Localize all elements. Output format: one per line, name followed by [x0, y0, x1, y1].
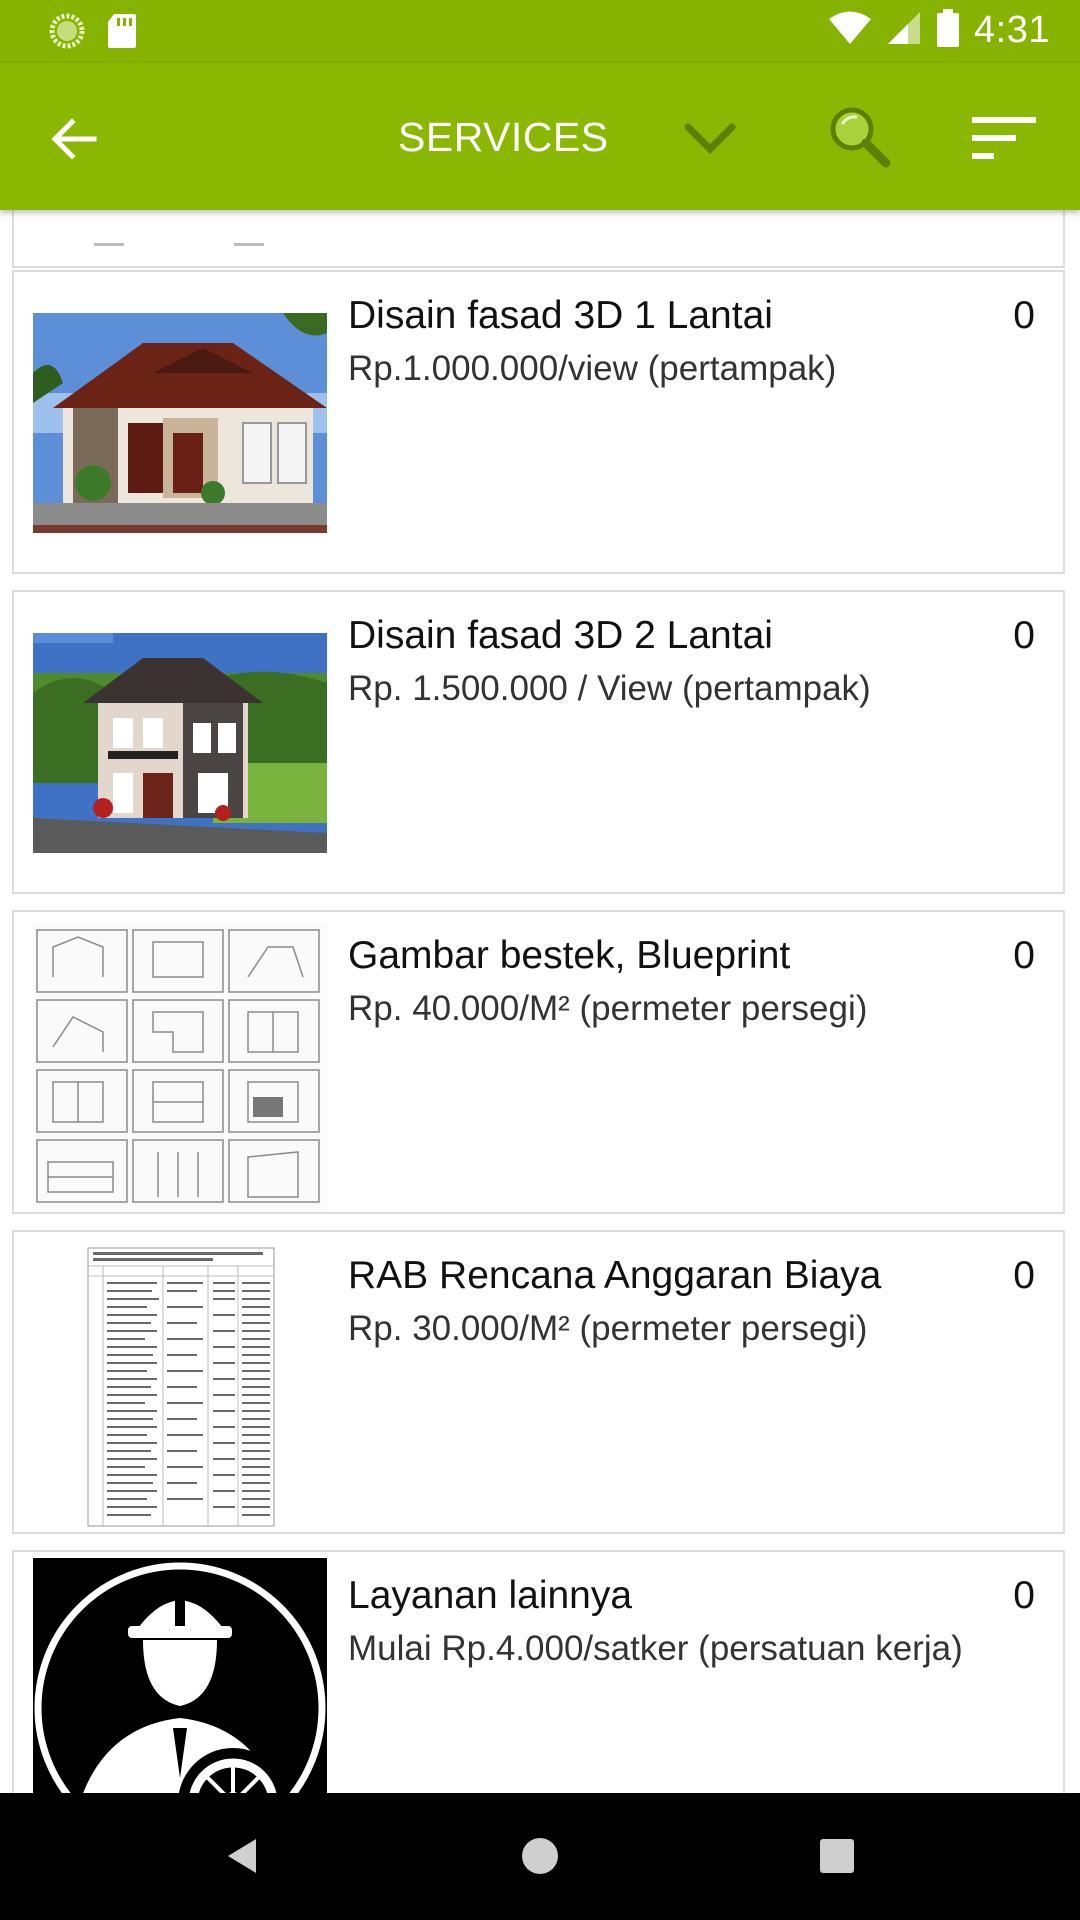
sd-card-icon: [106, 12, 138, 55]
nav-back-icon[interactable]: [218, 1831, 268, 1881]
service-count: 0: [1013, 614, 1035, 657]
service-name: Disain fasad 3D 1 Lantai: [348, 294, 773, 337]
nav-recents-icon[interactable]: [812, 1831, 862, 1881]
back-arrow-icon[interactable]: [44, 109, 104, 169]
services-list: Disain fasad 3D 1 Lantai Rp.1.000.000/vi…: [0, 210, 1080, 1793]
service-price: Rp. 1.500.000 / View (pertampak): [348, 669, 871, 708]
cell-signal-icon: [886, 10, 922, 51]
service-price: Rp. 30.000/M² (permeter persegi): [348, 1309, 868, 1348]
status-time: 4:31: [974, 9, 1050, 51]
service-name: Gambar bestek, Blueprint: [348, 934, 791, 977]
list-item[interactable]: Layanan lainnya Mulai Rp.4.000/satker (p…: [12, 1550, 1065, 1793]
service-name: Layanan lainnya: [348, 1574, 633, 1617]
blueprint-fragment: [94, 236, 334, 246]
house-two-storey-thumbnail: [33, 633, 327, 853]
service-count: 0: [1013, 934, 1035, 977]
blueprint-thumbnail: [33, 922, 327, 1212]
list-item[interactable]: Disain fasad 3D 2 Lantai Rp. 1.500.000 /…: [12, 590, 1065, 894]
status-bar: 4:31: [0, 0, 1080, 63]
chevron-down-icon[interactable]: [680, 117, 740, 161]
page-title: SERVICES: [398, 114, 609, 160]
service-price: Rp. 40.000/M² (permeter persegi): [348, 989, 868, 1028]
filter-menu-icon[interactable]: [968, 111, 1040, 167]
list-item[interactable]: [12, 210, 1065, 268]
budget-spreadsheet-thumbnail: [33, 1242, 327, 1532]
service-count: 0: [1013, 1574, 1035, 1617]
list-item[interactable]: Gambar bestek, Blueprint Rp. 40.000/M² (…: [12, 910, 1065, 1214]
sync-indicator-icon: [48, 12, 86, 55]
service-count: 0: [1013, 294, 1035, 337]
service-price: Mulai Rp.4.000/satker (persatuan kerja): [348, 1629, 963, 1668]
list-item[interactable]: Disain fasad 3D 1 Lantai Rp.1.000.000/vi…: [12, 270, 1065, 574]
battery-icon: [936, 8, 960, 53]
nav-home-icon[interactable]: [515, 1831, 565, 1881]
app-bar: SERVICES: [0, 63, 1080, 210]
list-item[interactable]: RAB Rencana Anggaran Biaya Rp. 30.000/M²…: [12, 1230, 1065, 1534]
house-one-storey-thumbnail: [33, 313, 327, 533]
system-nav-bar: [0, 1793, 1080, 1920]
engineer-gear-thumbnail: [33, 1558, 327, 1793]
service-price: Rp.1.000.000/view (pertampak): [348, 349, 837, 388]
service-name: Disain fasad 3D 2 Lantai: [348, 614, 773, 657]
search-icon[interactable]: [826, 103, 892, 169]
service-name: RAB Rencana Anggaran Biaya: [348, 1254, 882, 1297]
wifi-icon: [828, 10, 872, 51]
service-count: 0: [1013, 1254, 1035, 1297]
